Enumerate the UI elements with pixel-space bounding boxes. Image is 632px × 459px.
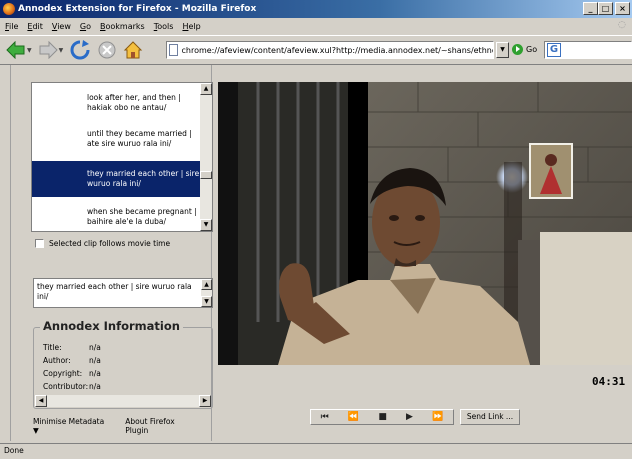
back-icon bbox=[6, 41, 25, 59]
info-heading: Annodex Information bbox=[40, 319, 183, 333]
info-horizontal-scrollbar[interactable]: ◀ ▶ bbox=[35, 395, 211, 407]
home-icon bbox=[124, 41, 143, 59]
play-icon[interactable]: ▶ bbox=[406, 412, 413, 422]
scroll-right-icon[interactable]: ▶ bbox=[199, 395, 211, 407]
back-dropdown-icon[interactable]: ▼ bbox=[27, 47, 32, 54]
info-row-author: Author: n/a bbox=[43, 356, 101, 365]
send-link-button[interactable]: Send Link ... bbox=[460, 409, 520, 425]
back-button[interactable]: ▼ bbox=[6, 38, 32, 62]
maximize-button[interactable]: □ bbox=[598, 2, 613, 15]
menu-bookmarks[interactable]: Bookmarks bbox=[100, 22, 145, 31]
stop-button[interactable] bbox=[97, 38, 117, 62]
stop-icon[interactable]: ■ bbox=[378, 412, 387, 422]
menu-go[interactable]: Go bbox=[80, 22, 91, 31]
follow-movie-time-checkbox[interactable] bbox=[35, 239, 44, 248]
url-bar[interactable]: chrome://afeview/content/afeview.xul?htt… bbox=[166, 41, 494, 59]
menu-edit[interactable]: Edit bbox=[27, 22, 43, 31]
status-bar: Done bbox=[0, 443, 632, 459]
playback-time: 04:31 bbox=[592, 375, 626, 388]
follow-movie-time-label: Selected clip follows movie time bbox=[49, 239, 171, 248]
close-button[interactable]: × bbox=[615, 2, 630, 15]
forward-button[interactable]: ▼ bbox=[38, 38, 64, 62]
clip-list-scrollbar[interactable]: ▲ ▼ bbox=[200, 83, 212, 231]
info-row-title: Title: n/a bbox=[43, 343, 101, 352]
clip-text-scrollbar[interactable]: ▲ ▼ bbox=[201, 279, 212, 307]
url-text: chrome://afeview/content/afeview.xul?htt… bbox=[181, 45, 493, 55]
scroll-down-icon[interactable]: ▼ bbox=[201, 296, 212, 307]
navigation-toolbar: ▼ ▼ chrome://afeview/content/afeview.xul… bbox=[0, 35, 632, 65]
menu-bar: File Edit View Go Bookmarks Tools Help ◌ bbox=[0, 18, 632, 35]
annodex-info-box: Annodex Information Title: n/a Author: n… bbox=[33, 319, 213, 409]
scroll-up-icon[interactable]: ▲ bbox=[200, 83, 212, 95]
window-title: Annodex Extension for Firefox - Mozilla … bbox=[18, 4, 257, 14]
throbber-icon: ◌ bbox=[618, 20, 626, 30]
list-item[interactable]: until they became married | ate sire wur… bbox=[32, 127, 202, 153]
list-item[interactable]: when she became pregnant | baihire ale'e… bbox=[32, 205, 202, 231]
menu-help[interactable]: Help bbox=[182, 22, 200, 31]
forward-icon bbox=[39, 41, 58, 59]
url-dropdown-button[interactable]: ▼ bbox=[496, 42, 509, 58]
scroll-up-icon[interactable]: ▲ bbox=[201, 279, 212, 290]
title-bar: Annodex Extension for Firefox - Mozilla … bbox=[0, 0, 632, 18]
google-search-icon[interactable]: G bbox=[547, 43, 561, 57]
about-plugin-link[interactable]: About Firefox Plugin bbox=[125, 417, 199, 435]
scroll-thumb[interactable] bbox=[200, 171, 212, 179]
fast-forward-icon[interactable]: ⏩ bbox=[432, 412, 443, 422]
page-content: look after her, and then | hakiak obo ne… bbox=[0, 65, 632, 441]
scroll-down-icon[interactable]: ▼ bbox=[200, 219, 212, 231]
info-row-contributor: Contributor: n/a bbox=[43, 382, 101, 391]
status-text: Done bbox=[4, 446, 24, 455]
video-player[interactable] bbox=[218, 82, 632, 365]
firefox-icon bbox=[3, 3, 15, 15]
minimise-metadata-button[interactable]: Minimise Metadata ▼ bbox=[33, 417, 111, 435]
go-button[interactable]: Go bbox=[512, 44, 537, 55]
reload-button[interactable] bbox=[69, 38, 91, 62]
annotation-panel: look after her, and then | hakiak obo ne… bbox=[10, 65, 213, 441]
player-controls: ⏮ ⏪ ■ ▶ ⏩ bbox=[310, 409, 454, 425]
minimize-button[interactable]: _ bbox=[583, 2, 598, 15]
list-item[interactable]: look after her, and then | hakiak obo ne… bbox=[32, 91, 202, 117]
clip-text-box[interactable]: they married each other | sire wuruo ral… bbox=[33, 278, 213, 308]
go-icon bbox=[512, 44, 523, 55]
forward-dropdown-icon[interactable]: ▼ bbox=[59, 47, 64, 54]
go-label: Go bbox=[526, 45, 538, 54]
page-icon bbox=[169, 44, 179, 56]
menu-view[interactable]: View bbox=[52, 22, 71, 31]
menu-file[interactable]: File bbox=[5, 22, 18, 31]
skip-back-icon[interactable]: ⏮ bbox=[321, 412, 329, 422]
panel-footer: Minimise Metadata ▼ About Firefox Plugin bbox=[33, 417, 213, 435]
video-frame bbox=[218, 82, 632, 365]
follow-movie-time-option[interactable]: Selected clip follows movie time bbox=[35, 239, 170, 248]
reload-icon bbox=[70, 40, 90, 60]
clip-list[interactable]: look after her, and then | hakiak obo ne… bbox=[31, 82, 213, 232]
menu-tools[interactable]: Tools bbox=[154, 22, 174, 31]
search-input[interactable]: G bbox=[544, 41, 632, 59]
scroll-left-icon[interactable]: ◀ bbox=[35, 395, 47, 407]
rewind-icon[interactable]: ⏪ bbox=[348, 412, 359, 422]
home-button[interactable] bbox=[123, 38, 143, 62]
list-item-selected[interactable]: they married each other | sire wuruo ral… bbox=[32, 161, 202, 197]
stop-icon bbox=[98, 41, 116, 59]
info-row-copyright: Copyright: n/a bbox=[43, 369, 101, 378]
